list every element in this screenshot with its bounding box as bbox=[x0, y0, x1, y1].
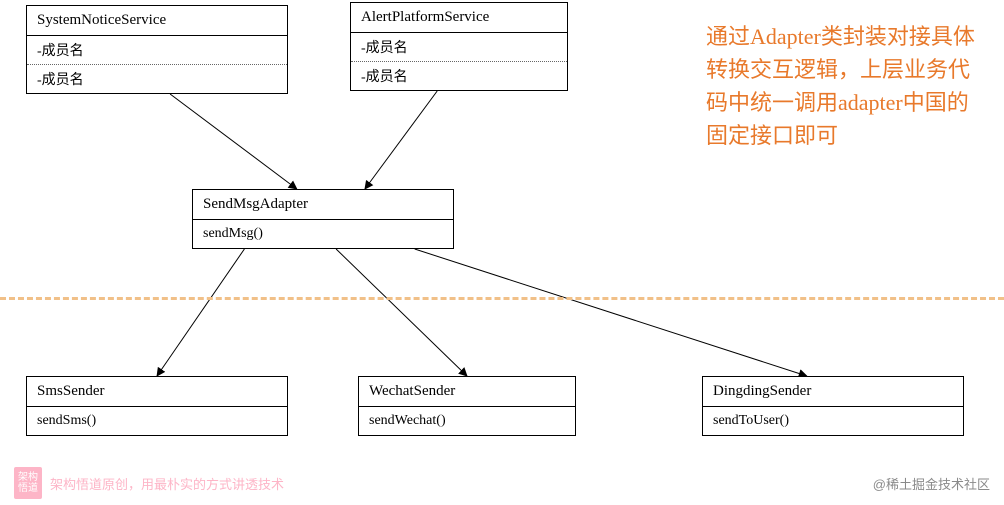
watermark-logo: 架构 悟道 bbox=[14, 467, 42, 499]
connector-arrow bbox=[170, 94, 297, 189]
class-wechat-sender: WechatSender sendWechat() bbox=[358, 376, 576, 436]
class-dingding-sender: DingdingSender sendToUser() bbox=[702, 376, 964, 436]
class-alert-platform-service: AlertPlatformService -成员名 -成员名 bbox=[350, 2, 568, 91]
class-member: -成员名 bbox=[27, 65, 287, 93]
watermark: 架构 悟道 架构悟道原创，用最朴实的方式讲透技术 bbox=[14, 467, 284, 499]
class-method: sendToUser() bbox=[703, 407, 963, 435]
footer: 架构 悟道 架构悟道原创，用最朴实的方式讲透技术 @稀土掘金技术社区 bbox=[14, 467, 990, 499]
community-credit: @稀土掘金技术社区 bbox=[873, 474, 990, 493]
class-title: AlertPlatformService bbox=[351, 3, 567, 33]
class-send-msg-adapter: SendMsgAdapter sendMsg() bbox=[192, 189, 454, 249]
class-members: -成员名 -成员名 bbox=[351, 33, 567, 90]
connector-arrow bbox=[365, 91, 437, 189]
connector-arrow bbox=[336, 249, 467, 376]
class-members: -成员名 -成员名 bbox=[27, 36, 287, 93]
class-member: -成员名 bbox=[27, 36, 287, 65]
class-system-notice-service: SystemNoticeService -成员名 -成员名 bbox=[26, 5, 288, 94]
class-method: sendWechat() bbox=[359, 407, 575, 435]
class-title: DingdingSender bbox=[703, 377, 963, 407]
class-method: sendMsg() bbox=[193, 220, 453, 248]
watermark-logo-line: 架构 bbox=[18, 472, 38, 483]
watermark-logo-line: 悟道 bbox=[18, 483, 38, 494]
watermark-text: 架构悟道原创，用最朴实的方式讲透技术 bbox=[50, 474, 284, 493]
class-sms-sender: SmsSender sendSms() bbox=[26, 376, 288, 436]
connector-arrow bbox=[157, 249, 244, 376]
class-title: SmsSender bbox=[27, 377, 287, 407]
class-method: sendSms() bbox=[27, 407, 287, 435]
class-title: WechatSender bbox=[359, 377, 575, 407]
class-member: -成员名 bbox=[351, 33, 567, 62]
annotation-text: 通过Adapter类封装对接具体转换交互逻辑，上层业务代码中统一调用adapte… bbox=[706, 20, 986, 152]
class-title: SystemNoticeService bbox=[27, 6, 287, 36]
section-divider bbox=[0, 297, 1004, 300]
connector-arrow bbox=[415, 249, 807, 376]
class-title: SendMsgAdapter bbox=[193, 190, 453, 220]
class-member: -成员名 bbox=[351, 62, 567, 90]
